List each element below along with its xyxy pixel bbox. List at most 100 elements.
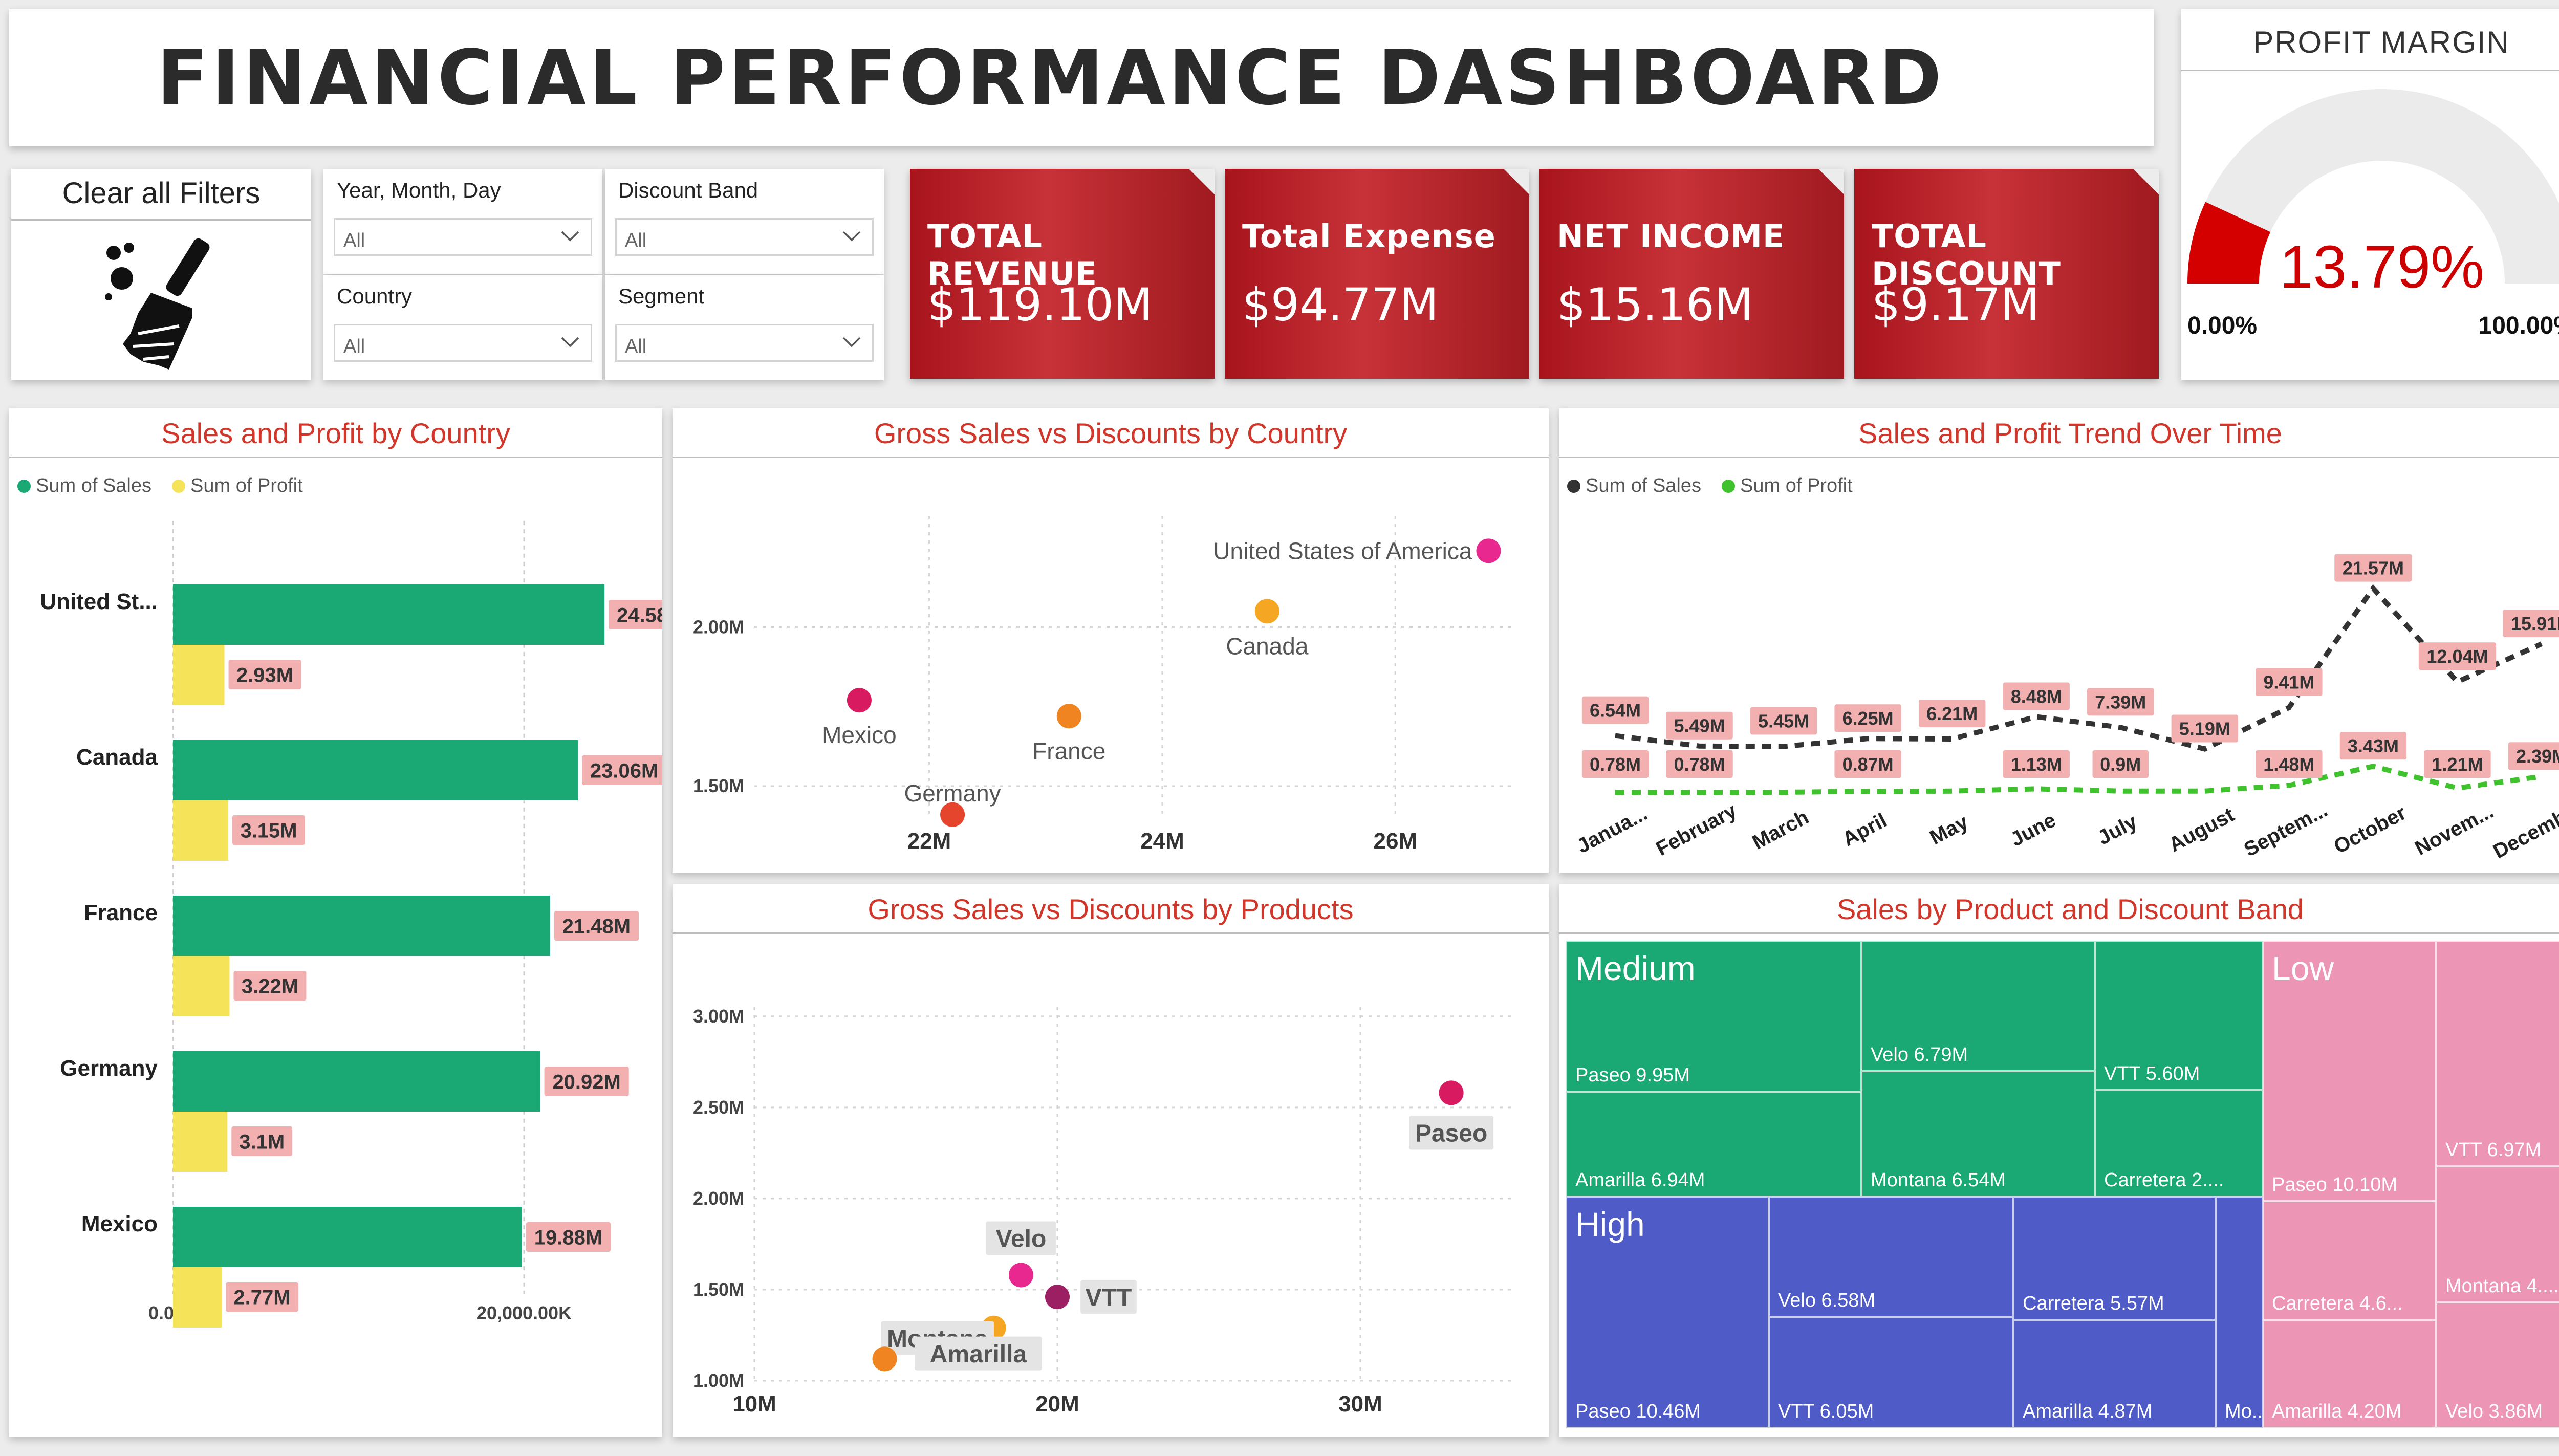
slicer-segment-value: All (625, 336, 647, 357)
treemap-cell[interactable]: Velo 6.79M (1861, 941, 2095, 1071)
chevron-down-icon (842, 231, 861, 242)
slicer-segment-dropdown[interactable]: All (615, 324, 874, 362)
y-category-label: Germany (60, 1056, 158, 1081)
chart-legend: Sum of Sales Sum of Profit (17, 475, 323, 497)
data-label-sales: 21.57M (2343, 558, 2404, 579)
treemap-cell[interactable]: Velo 6.58M (1769, 1197, 2013, 1317)
data-label-profit: 3.43M (2348, 735, 2399, 756)
treemap-cell[interactable]: Mo... (2216, 1197, 2263, 1428)
panel-divider (1559, 932, 2559, 934)
x-category-label: Janua... (1573, 802, 1651, 858)
data-label-profit: 0.9M (2100, 754, 2141, 775)
data-label-sales: 9.41M (2263, 672, 2314, 693)
legend-item-sales[interactable]: Sum of Sales (17, 475, 151, 497)
data-label-sales: 21.48M (562, 915, 631, 938)
data-label-sales: 6.25M (1842, 708, 1894, 729)
treemap-cell[interactable]: Carretera 4.6... (2263, 1201, 2436, 1320)
treemap-cell-label: Montana 4.... (2445, 1275, 2559, 1297)
treemap-cell[interactable]: Amarilla 4.20M (2263, 1320, 2436, 1428)
scatter-point (1254, 599, 1280, 624)
scatter-point (1045, 1285, 1070, 1310)
treemap-cell-label: Velo 6.79M (1871, 1044, 1968, 1066)
data-label-sales: 23.06M (590, 759, 658, 782)
x-tick-label: 22M (907, 829, 951, 854)
slicer-segment: Segment All (605, 275, 884, 380)
treemap-cell-label: Paseo 10.46M (1575, 1401, 1701, 1422)
treemap-cell[interactable]: Montana 4.... (2436, 1166, 2559, 1302)
kpi-label: Total Expense (1242, 218, 1496, 255)
bar-sales (173, 1051, 540, 1112)
treemap-cell-label: Amarilla 6.94M (1575, 1169, 1705, 1191)
slicer-discount-label: Discount Band (618, 178, 758, 202)
broom-icon (105, 238, 210, 370)
data-label-profit: 2.93M (236, 664, 293, 686)
data-label-profit: 0.78M (1674, 754, 1725, 775)
y-category-label: United St... (40, 589, 158, 614)
profit-margin-gauge-card: PROFIT MARGIN 13.79% 0.00% 100.00% (2181, 9, 2559, 380)
bar-sales (173, 896, 550, 956)
data-label-profit: 1.48M (2263, 754, 2314, 775)
kpi-total-discount: TOTAL DISCOUNT $9.17M (1854, 169, 2159, 379)
scatter-point (1008, 1263, 1033, 1288)
slicer-country-value: All (343, 336, 365, 357)
treemap-cell[interactable]: VTT 6.05M (1769, 1317, 2013, 1428)
treemap-cell[interactable]: VTT 5.60M (2095, 941, 2263, 1090)
treemap-chart: Medium Paseo 9.95M Amarilla 6.94M Velo 6.79… (1566, 941, 2559, 1428)
bar-profit (173, 1112, 228, 1172)
kpi-fold (1189, 169, 1215, 194)
x-category-label: Novem... (2411, 800, 2497, 860)
treemap-cell[interactable]: High Paseo 10.46M (1566, 1197, 1769, 1428)
treemap-cell[interactable]: Carretera 2.... (2095, 1090, 2263, 1197)
x-category-label: December (2489, 797, 2559, 863)
treemap-cell[interactable]: Medium Paseo 9.95M (1566, 941, 1861, 1092)
data-label-profit: 0.87M (1842, 754, 1894, 775)
y-tick-label: 2.00M (693, 616, 744, 637)
treemap-cell-label: Carretera 5.57M (2023, 1293, 2164, 1314)
x-category-label: October (2330, 801, 2410, 858)
treemap-cell[interactable]: Carretera 5.57M (2013, 1197, 2216, 1320)
treemap-group-label: High (1575, 1205, 1645, 1243)
slicer-date-value: All (343, 230, 365, 251)
legend-item-profit[interactable]: Sum of Profit (1722, 475, 1853, 497)
treemap-cell[interactable]: VTT 6.97M (2436, 941, 2559, 1166)
panel-divider (9, 457, 662, 458)
slicer-country-dropdown[interactable]: All (334, 324, 592, 362)
clear-filters-button[interactable]: Clear all Filters (11, 169, 311, 380)
slicer-date: Year, Month, Day All (323, 169, 602, 274)
profit-margin-gauge: 13.79% 0.00% 100.00% (2187, 89, 2559, 339)
gauge-max-label: 100.00% (2479, 312, 2559, 339)
panel-gross-vs-discount-country: Gross Sales vs Discounts by Country 22M 2… (673, 408, 1549, 873)
slicer-date-dropdown[interactable]: All (334, 218, 592, 256)
point-label: Amarilla (930, 1341, 1027, 1368)
treemap-cell-label: Carretera 4.6... (2272, 1293, 2403, 1314)
treemap-cell[interactable]: Velo 3.86M (2436, 1302, 2559, 1428)
point-label: Mexico (822, 722, 897, 748)
legend-profit-label: Sum of Profit (190, 475, 303, 496)
panel-divider (1559, 457, 2559, 458)
kpi-value: $119.10M (927, 278, 1153, 331)
treemap-cell[interactable]: Montana 6.54M (1861, 1071, 2095, 1197)
treemap-cell-label: Mo... (2225, 1401, 2263, 1422)
treemap-cell[interactable]: Low Paseo 10.10M (2263, 941, 2436, 1201)
panel-gross-vs-discount-products: Gross Sales vs Discounts by Products 10M… (673, 884, 1549, 1437)
kpi-fold (1818, 169, 1844, 194)
slicer-segment-label: Segment (618, 284, 705, 308)
legend-item-profit[interactable]: Sum of Profit (172, 475, 303, 497)
treemap-group-label: Low (2272, 949, 2334, 987)
point-label: Velo (996, 1226, 1047, 1253)
panel-divider (673, 932, 1549, 934)
point-label: United States of America (1213, 537, 1472, 564)
slicer-discount-dropdown[interactable]: All (615, 218, 874, 256)
treemap-cell[interactable]: Amarilla 6.94M (1566, 1092, 1861, 1197)
kpi-value: $9.17M (1872, 278, 2040, 331)
x-tick-label: 10M (732, 1392, 776, 1417)
treemap-cell[interactable]: Amarilla 4.87M (2013, 1320, 2216, 1428)
slicer-country: Country All (323, 275, 602, 380)
scatter-point (847, 688, 872, 713)
point-label: VTT (1086, 1284, 1132, 1311)
legend-item-sales[interactable]: Sum of Sales (1567, 475, 1701, 497)
treemap-cell-label: Amarilla 4.87M (2023, 1401, 2153, 1422)
slicer-discount-band: Discount Band All (605, 169, 884, 274)
clear-filters-label: Clear all Filters (62, 177, 261, 210)
clear-filters-divider (11, 219, 311, 221)
